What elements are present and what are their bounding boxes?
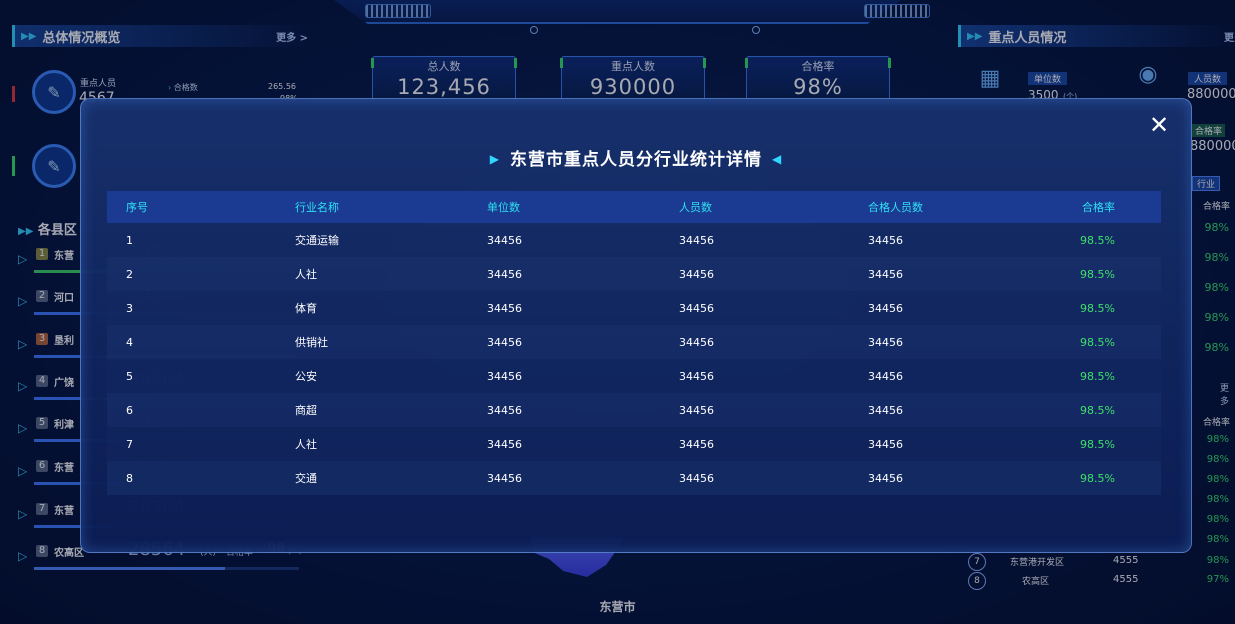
cell-units: 34456 [486, 359, 678, 393]
cell-people: 34456 [678, 223, 860, 257]
cell-pass-people: 34456 [860, 461, 1049, 495]
title-left-arrow-icon: ▶ [489, 152, 500, 166]
cell-people: 34456 [678, 427, 860, 461]
modal-title-text: 东营市重点人员分行业统计详情 [510, 150, 762, 170]
cell-index: 4 [107, 325, 287, 359]
col-header-industry: 行业名称 [287, 191, 486, 223]
cell-index: 3 [107, 291, 287, 325]
cell-industry: 人社 [287, 427, 486, 461]
cell-pass-people: 34456 [860, 223, 1049, 257]
cell-pass-people: 34456 [860, 393, 1049, 427]
cell-index: 6 [107, 393, 287, 427]
cell-pass-rate: 98.5% [1049, 461, 1161, 495]
cell-people: 34456 [678, 461, 860, 495]
cell-pass-people: 34456 [860, 291, 1049, 325]
table-row[interactable]: 7 人社 34456 34456 34456 98.5% [107, 427, 1161, 461]
cell-pass-people: 34456 [860, 359, 1049, 393]
table-header-row: 序号 行业名称 单位数 人员数 合格人员数 合格率 [107, 191, 1161, 223]
col-header-index: 序号 [107, 191, 287, 223]
cell-pass-rate: 98.5% [1049, 325, 1161, 359]
cell-industry: 公安 [287, 359, 486, 393]
table-row[interactable]: 1 交通运输 34456 34456 34456 98.5% [107, 223, 1161, 257]
cell-people: 34456 [678, 393, 860, 427]
col-header-pass-people: 合格人员数 [860, 191, 1049, 223]
cell-industry: 交通 [287, 461, 486, 495]
cell-index: 1 [107, 223, 287, 257]
cell-units: 34456 [486, 393, 678, 427]
cell-pass-people: 34456 [860, 257, 1049, 291]
cell-people: 34456 [678, 325, 860, 359]
cell-units: 34456 [486, 325, 678, 359]
cell-units: 34456 [486, 257, 678, 291]
cell-people: 34456 [678, 359, 860, 393]
cell-pass-people: 34456 [860, 325, 1049, 359]
cell-index: 7 [107, 427, 287, 461]
cell-pass-people: 34456 [860, 427, 1049, 461]
table-row[interactable]: 8 交通 34456 34456 34456 98.5% [107, 461, 1161, 495]
cell-industry: 人社 [287, 257, 486, 291]
industry-stats-modal: ✕ ▶ 东营市重点人员分行业统计详情 ◀ 序号 行业名称 单位数 人员数 合格人员数… [80, 98, 1192, 553]
cell-units: 34456 [486, 461, 678, 495]
cell-pass-rate: 98.5% [1049, 427, 1161, 461]
cell-pass-rate: 98.5% [1049, 393, 1161, 427]
col-header-pass-rate: 合格率 [1049, 191, 1161, 223]
cell-pass-rate: 98.5% [1049, 257, 1161, 291]
cell-pass-rate: 98.5% [1049, 291, 1161, 325]
cell-people: 34456 [678, 291, 860, 325]
cell-index: 2 [107, 257, 287, 291]
modal-title: ▶ 东营市重点人员分行业统计详情 ◀ [81, 145, 1191, 170]
table-row[interactable]: 3 体育 34456 34456 34456 98.5% [107, 291, 1161, 325]
table-row[interactable]: 2 人社 34456 34456 34456 98.5% [107, 257, 1161, 291]
cell-units: 34456 [486, 427, 678, 461]
cell-index: 8 [107, 461, 287, 495]
cell-pass-rate: 98.5% [1049, 223, 1161, 257]
cell-industry: 交通运输 [287, 223, 486, 257]
close-icon[interactable]: ✕ [1147, 113, 1171, 137]
col-header-people: 人员数 [678, 191, 860, 223]
col-header-units: 单位数 [486, 191, 678, 223]
table-row[interactable]: 4 供销社 34456 34456 34456 98.5% [107, 325, 1161, 359]
cell-pass-rate: 98.5% [1049, 359, 1161, 393]
cell-industry: 商超 [287, 393, 486, 427]
cell-index: 5 [107, 359, 287, 393]
cell-industry: 供销社 [287, 325, 486, 359]
cell-industry: 体育 [287, 291, 486, 325]
cell-people: 34456 [678, 257, 860, 291]
title-right-arrow-icon: ◀ [772, 152, 783, 166]
table-row[interactable]: 5 公安 34456 34456 34456 98.5% [107, 359, 1161, 393]
cell-units: 34456 [486, 223, 678, 257]
cell-units: 34456 [486, 291, 678, 325]
industry-stats-table: 序号 行业名称 单位数 人员数 合格人员数 合格率 1 交通运输 34456 3… [107, 191, 1161, 495]
table-row[interactable]: 6 商超 34456 34456 34456 98.5% [107, 393, 1161, 427]
